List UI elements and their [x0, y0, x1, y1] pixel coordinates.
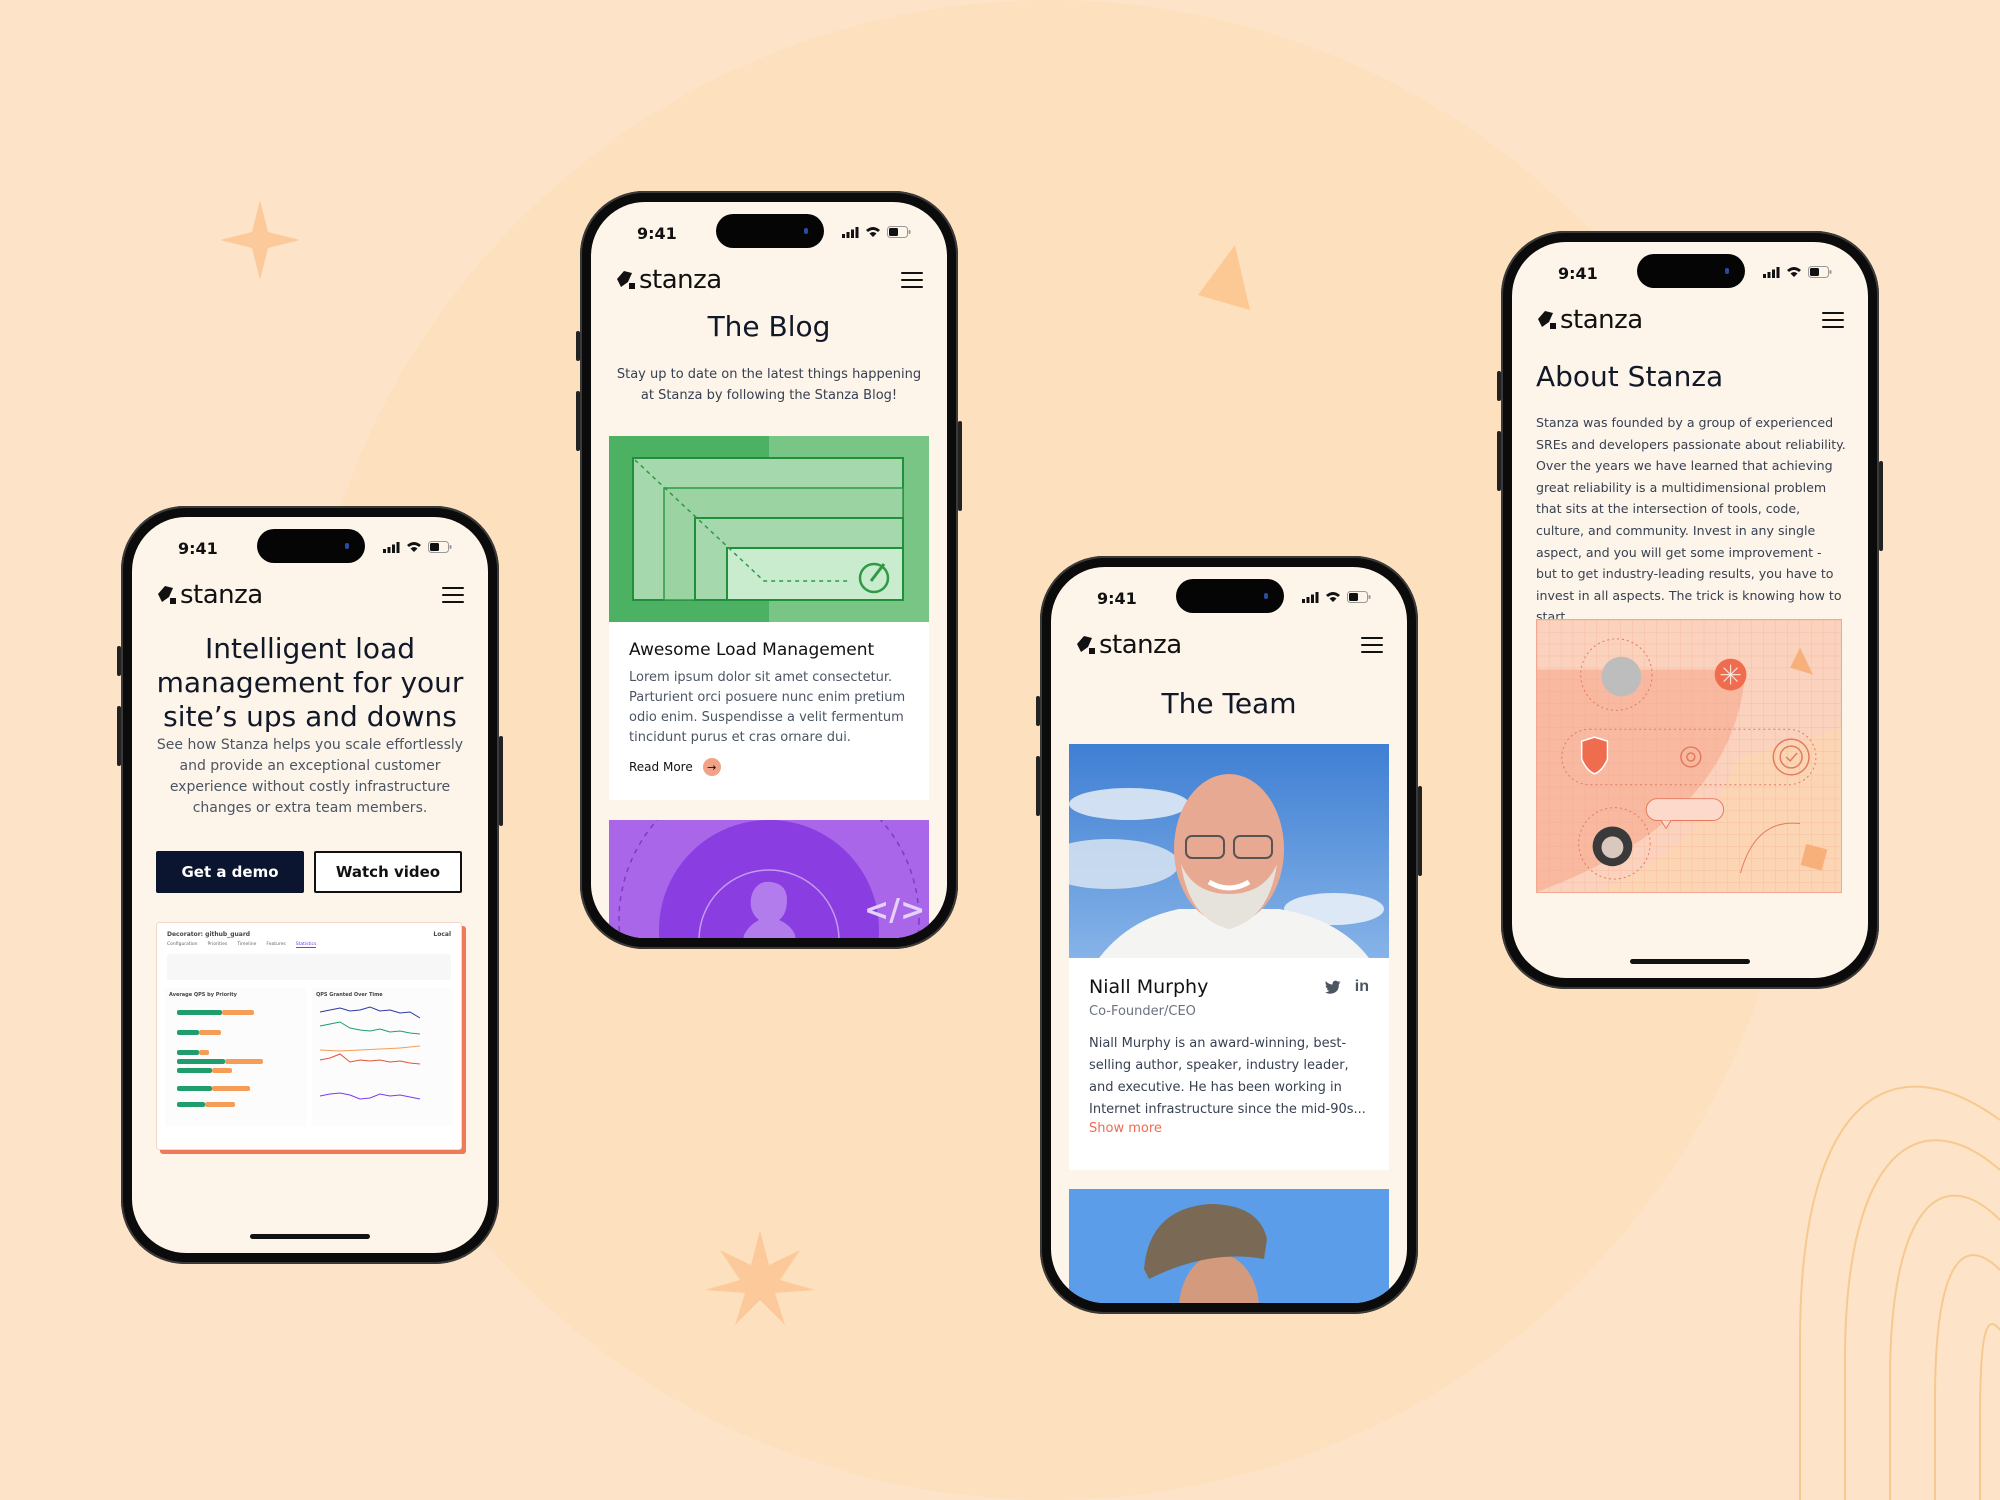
logo-text: stanza	[180, 580, 263, 610]
triangle-shape-icon	[1198, 245, 1250, 310]
screen: 9:41 stanza Intelligent load management …	[132, 517, 488, 1253]
sparkle-star-icon	[220, 200, 300, 280]
signal-icon	[842, 226, 859, 238]
seven-point-star-icon	[705, 1230, 815, 1325]
stanza-logo-icon	[617, 271, 635, 289]
dashboard-tab: Features	[266, 942, 286, 947]
concentric-arcs-decoration	[1799, 1085, 2000, 1500]
read-more-label: Read More	[629, 760, 693, 774]
line-chart-preview	[319, 1006, 421, 1100]
member-role: Co-Founder/CEO	[1089, 1004, 1196, 1019]
dashboard-tab: Configuration	[167, 942, 198, 947]
status-time: 9:41	[637, 224, 677, 243]
watch-video-button[interactable]: Watch video	[314, 851, 462, 893]
hamburger-menu-icon[interactable]	[901, 272, 923, 288]
stanza-logo[interactable]: stanza	[1075, 630, 1182, 660]
stanza-logo-icon	[1538, 311, 1556, 329]
bar-chart-preview	[177, 1010, 263, 1107]
status-bar: 9:41	[1512, 242, 1868, 298]
battery-icon	[887, 226, 911, 238]
stanza-logo[interactable]: stanza	[156, 580, 263, 610]
page-subtitle: Stay up to date on the latest things hap…	[616, 367, 922, 403]
get-demo-button[interactable]: Get a demo	[156, 851, 304, 893]
team-member-photo	[1069, 744, 1389, 958]
status-time: 9:41	[178, 539, 218, 558]
dynamic-island	[716, 214, 824, 248]
phone-team: 9:41 stanza The Team Niall Murphy in Co-…	[1036, 556, 1422, 1314]
battery-icon	[1347, 591, 1371, 603]
page-title: The Blog	[707, 310, 831, 343]
stanza-logo-icon	[158, 586, 176, 604]
signal-icon	[383, 541, 400, 553]
arrow-right-icon: →	[702, 758, 721, 776]
status-bar: 9:41	[1051, 567, 1407, 623]
phone-about: 9:41 stanza About Stanza Stanza was foun…	[1497, 231, 1883, 989]
wifi-icon	[866, 227, 880, 237]
dynamic-island	[1637, 254, 1745, 288]
about-body: Stanza was founded by a group of experie…	[1536, 415, 1846, 625]
dashboard-tab: Statistics	[295, 942, 317, 948]
team-member-card: Niall Murphy in Co-Founder/CEO Niall Mur…	[1069, 958, 1389, 1170]
hero-headline: Intelligent load management for your sit…	[156, 632, 464, 733]
status-time: 9:41	[1097, 589, 1137, 608]
dashboard-env: Local	[433, 931, 451, 938]
post-excerpt: Lorem ipsum dolor sit amet consectetur. …	[629, 670, 906, 745]
blog-post-image[interactable]	[609, 436, 929, 622]
about-illustration	[1536, 619, 1842, 893]
status-time: 9:41	[1558, 264, 1598, 283]
dynamic-island	[257, 529, 365, 563]
home-indicator	[250, 1234, 370, 1239]
screen: 9:41 stanza The Team Niall Murphy in Co-…	[1051, 567, 1407, 1303]
screen: 9:41 stanza About Stanza Stanza was foun…	[1512, 242, 1868, 978]
hamburger-menu-icon[interactable]	[1361, 637, 1383, 653]
linkedin-icon[interactable]: in	[1355, 978, 1369, 996]
logo-text: stanza	[639, 265, 722, 295]
dynamic-island	[1176, 579, 1284, 613]
battery-icon	[1808, 266, 1832, 278]
page-title: The Team	[1161, 687, 1297, 720]
dashboard-tab: Priorities	[207, 942, 228, 947]
status-bar: 9:41	[591, 202, 947, 258]
screen: 9:41 stanza The Blog Stay up to date on …	[591, 202, 947, 938]
team-member-photo-2	[1069, 1189, 1389, 1303]
logo-text: stanza	[1560, 305, 1643, 335]
signal-icon	[1302, 591, 1319, 603]
svg-text:</>: </>	[864, 893, 925, 928]
home-indicator	[1630, 959, 1750, 964]
twitter-icon[interactable]	[1324, 980, 1341, 994]
hamburger-menu-icon[interactable]	[442, 587, 464, 603]
hero-subtext: See how Stanza helps you scale effortles…	[156, 737, 464, 816]
stanza-logo-icon	[1077, 636, 1095, 654]
wifi-icon	[407, 542, 421, 552]
member-name: Niall Murphy	[1089, 976, 1209, 998]
member-bio: Niall Murphy is an award-winning, best-s…	[1089, 1036, 1366, 1117]
navbar: stanza	[1536, 300, 1844, 340]
post-title[interactable]: Awesome Load Management	[629, 640, 909, 660]
wifi-icon	[1787, 267, 1801, 277]
stanza-logo[interactable]: stanza	[1536, 305, 1643, 335]
stanza-logo[interactable]: stanza	[615, 265, 722, 295]
dashboard-preview-image: Decorator: github_guard Local Configurat…	[156, 922, 462, 1150]
dashboard-title: Decorator: github_guard	[167, 931, 251, 938]
signal-icon	[1763, 266, 1780, 278]
logo-text: stanza	[1099, 630, 1182, 660]
blog-post-card: Awesome Load Management Lorem ipsum dolo…	[609, 622, 929, 800]
show-more-link[interactable]: Show more	[1089, 1121, 1369, 1136]
dashboard-tab: Timeline	[237, 942, 257, 947]
navbar: stanza	[156, 575, 464, 615]
navbar: stanza	[615, 260, 923, 300]
page-title: About Stanza	[1536, 360, 1724, 393]
blog-post-image-2[interactable]: </>	[609, 820, 929, 938]
navbar: stanza	[1075, 625, 1383, 665]
status-bar: 9:41	[132, 517, 488, 573]
battery-icon	[428, 541, 452, 553]
phone-blog: 9:41 stanza The Blog Stay up to date on …	[576, 191, 962, 949]
hamburger-menu-icon[interactable]	[1822, 312, 1844, 328]
phone-home: 9:41 stanza Intelligent load management …	[117, 506, 503, 1264]
read-more-link[interactable]: Read More →	[629, 758, 909, 776]
wifi-icon	[1326, 592, 1340, 602]
